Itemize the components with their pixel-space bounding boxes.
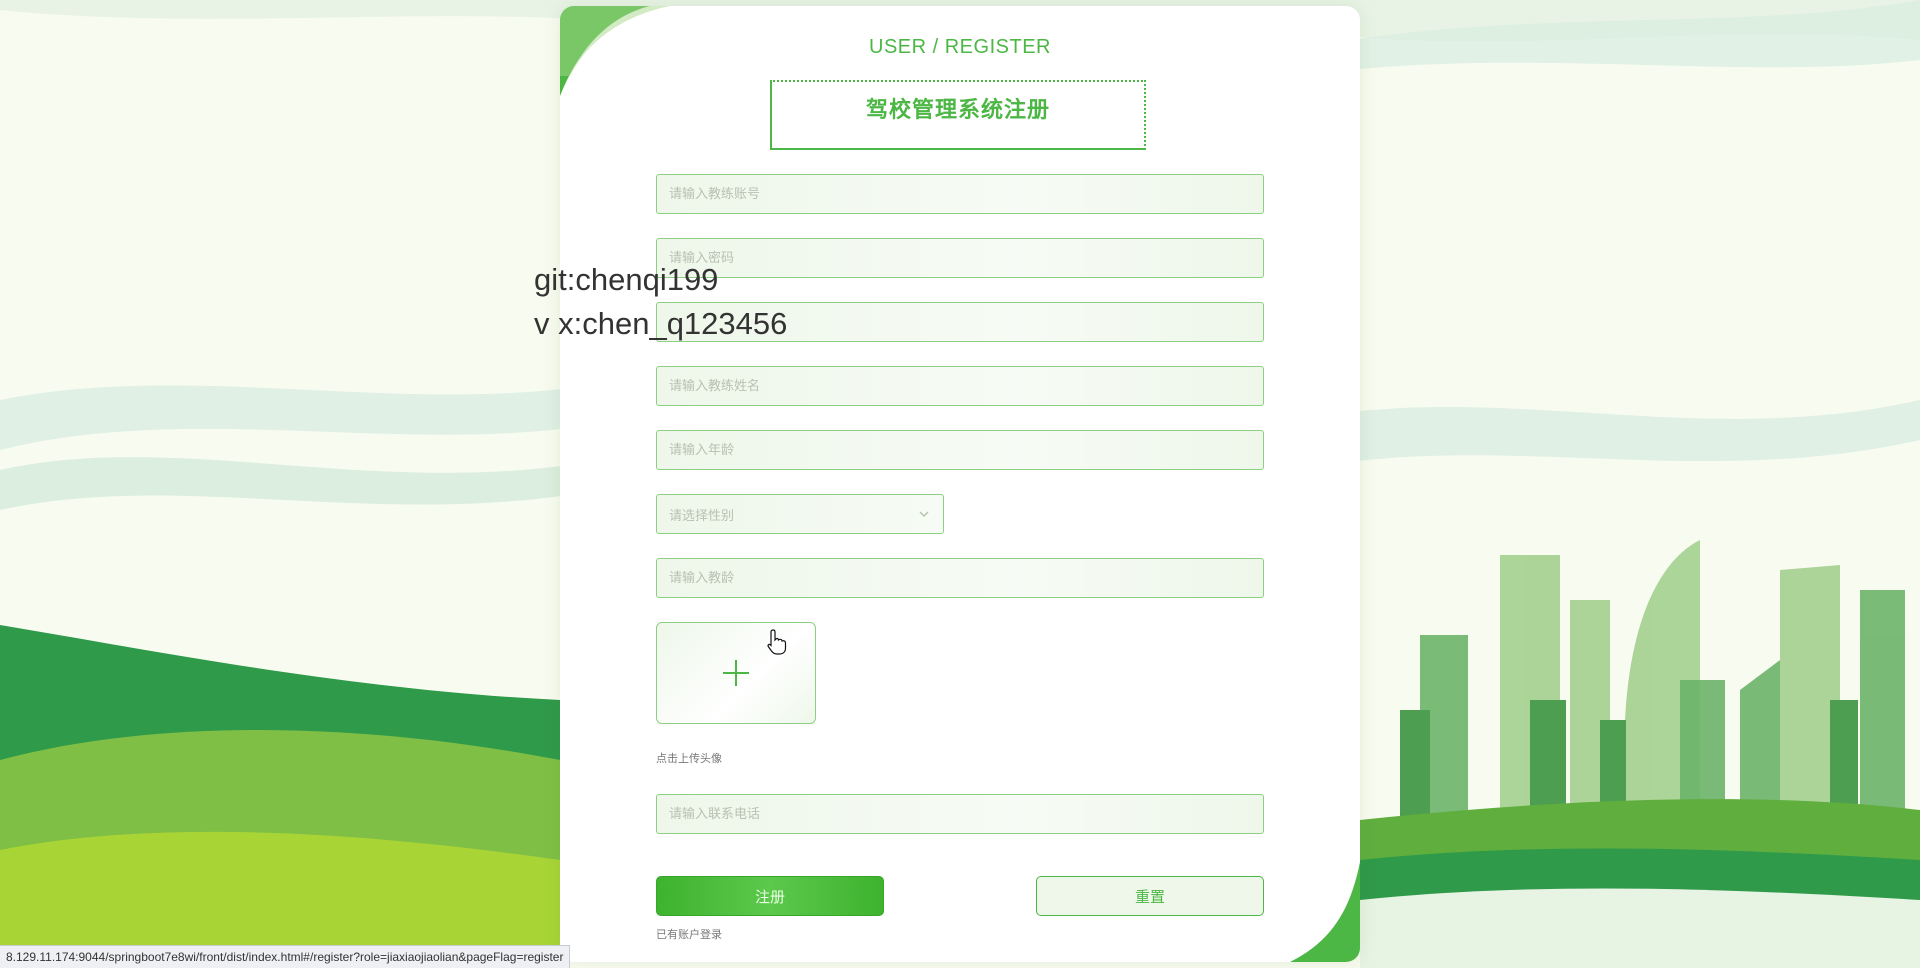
account-input[interactable]	[656, 174, 1264, 214]
reset-button[interactable]: 重置	[1036, 876, 1264, 916]
age-input[interactable]	[656, 430, 1264, 470]
status-bar-url: 8.129.11.174:9044/springboot7e8wi/front/…	[0, 945, 571, 968]
watermark-line-1: git:chenqi199	[534, 262, 719, 297]
watermark-line-2: v x:chen_q123456	[534, 306, 788, 341]
plus-icon	[723, 660, 749, 686]
title-frame: 驾校管理系统注册	[770, 80, 1146, 150]
hand-pointer-icon	[767, 629, 787, 655]
login-link[interactable]: 已有账户登录	[656, 926, 722, 942]
password-input[interactable]	[656, 238, 1264, 278]
avatar-upload-hint: 点击上传头像	[656, 752, 722, 765]
teaching-years-input[interactable]	[656, 558, 1264, 598]
register-card: USER / REGISTER 驾校管理系统注册 请选择性别 点击上传头像 注册…	[560, 6, 1360, 962]
gender-select[interactable]: 请选择性别	[656, 494, 944, 534]
gender-select-placeholder: 请选择性别	[669, 508, 735, 524]
register-button[interactable]: 注册	[656, 876, 884, 916]
avatar-upload[interactable]	[656, 622, 816, 724]
card-corner-decoration-bottom	[1290, 862, 1360, 962]
page-title: 驾校管理系统注册	[865, 98, 1050, 123]
register-subtitle: USER / REGISTER	[869, 36, 1051, 58]
coach-name-input[interactable]	[656, 366, 1264, 406]
phone-input[interactable]	[656, 794, 1264, 834]
chevron-down-icon	[919, 511, 929, 517]
